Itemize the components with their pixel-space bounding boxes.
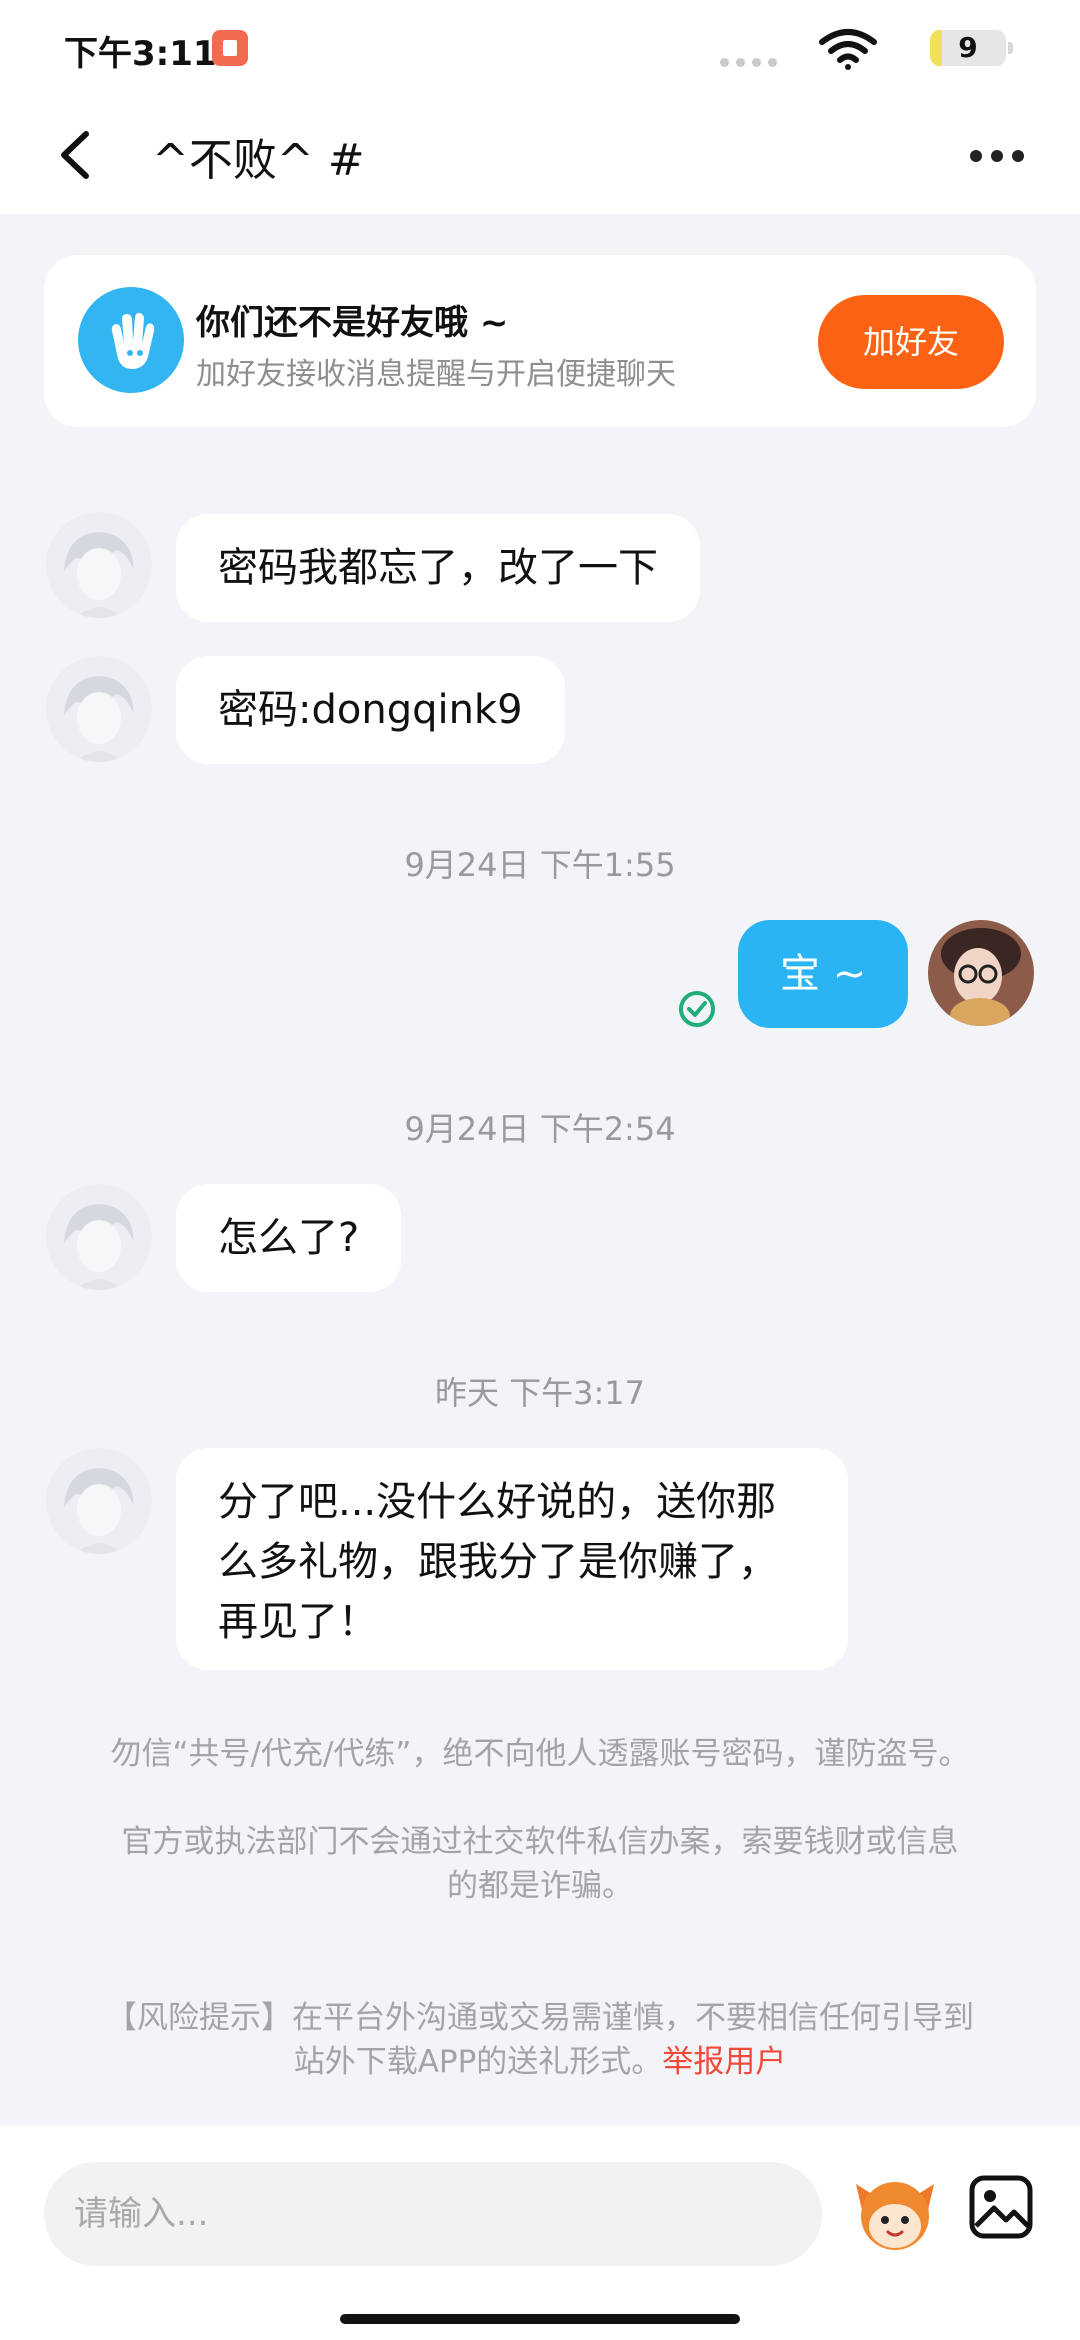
risk-notice-line: 【风险提示】在平台外沟通或交易需谨慎，不要相信任何引导到 <box>106 2000 974 2036</box>
mascot-emoji-icon[interactable] <box>852 2170 938 2256</box>
status-bar: 下午3:11 9 <box>0 0 1080 96</box>
chat-header: ^不败^ # <box>0 96 1080 214</box>
signal-dots-icon <box>720 52 784 71</box>
avatar[interactable] <box>46 1448 152 1554</box>
add-friend-card: 你们还不是好友哦 ~ 加好友接收消息提醒与开启便捷聊天 加好友 <box>44 255 1036 427</box>
message-line: 么多礼物，跟我分了是你赚了， <box>218 1539 778 1585</box>
message-timestamp: 9月24日 下午1:55 <box>404 846 676 884</box>
message-timestamp: 9月24日 下午2:54 <box>404 1110 676 1148</box>
risk-notice-text: 站外下载APP的送礼形式。 <box>293 2044 663 2080</box>
home-indicator[interactable] <box>340 2314 740 2324</box>
card-subtitle: 加好友接收消息提醒与开启便捷聊天 <box>196 357 676 392</box>
fraud-notice-line: 的都是诈骗。 <box>447 1868 633 1904</box>
message-timestamp: 昨天 下午3:17 <box>434 1374 646 1412</box>
avatar[interactable] <box>46 1184 152 1290</box>
fraud-notice: 官方或执法部门不会通过社交软件私信办案，索要钱财或信息 的都是诈骗。 <box>80 1820 1000 1908</box>
card-title: 你们还不是好友哦 ~ <box>196 303 509 343</box>
message-bubble[interactable]: 密码:dongqink9 <box>176 656 565 764</box>
wifi-icon <box>819 29 877 70</box>
battery-tip <box>1008 42 1013 54</box>
image-icon[interactable] <box>968 2174 1034 2240</box>
risk-notice-line: 站外下载APP的送礼形式。举报用户 <box>80 2040 1000 2084</box>
security-notice: 勿信“共号/代充/代练”，绝不向他人透露账号密码，谨防盗号。 <box>110 1736 970 1772</box>
chevron-left-icon[interactable] <box>48 122 108 188</box>
avatar[interactable] <box>46 656 152 762</box>
notification-icon <box>212 30 248 66</box>
message-bubble[interactable]: 怎么了? <box>176 1184 402 1292</box>
sent-check-icon <box>679 991 715 1027</box>
battery-icon: 9 <box>930 30 1006 66</box>
battery-level: 9 <box>958 31 978 64</box>
chat-title[interactable]: ^不败^ # <box>152 124 365 188</box>
my-avatar[interactable] <box>928 920 1034 1026</box>
input-bar <box>0 2126 1080 2340</box>
message-bubble-mine[interactable]: 宝 ~ <box>738 920 909 1028</box>
add-friend-button[interactable]: 加好友 <box>818 295 1004 389</box>
more-dots-icon[interactable] <box>970 136 1040 176</box>
report-user-link[interactable]: 举报用户 <box>662 2044 786 2080</box>
message-input[interactable] <box>44 2162 822 2266</box>
message-bubble[interactable]: 分了吧...没什么好说的，送你那 么多礼物，跟我分了是你赚了， 再见了！ <box>176 1448 848 1670</box>
message-line: 再见了！ <box>218 1599 378 1645</box>
risk-notice: 【风险提示】在平台外沟通或交易需谨慎，不要相信任何引导到 站外下载APP的送礼形… <box>80 1996 1000 2084</box>
fraud-notice-line: 官方或执法部门不会通过社交软件私信办案，索要钱财或信息 <box>121 1824 959 1860</box>
avatar[interactable] <box>46 512 152 618</box>
wave-hand-icon <box>78 287 184 393</box>
status-time: 下午3:11 <box>64 34 217 74</box>
message-line: 分了吧...没什么好说的，送你那 <box>218 1479 777 1525</box>
message-bubble[interactable]: 密码我都忘了，改了一下 <box>176 514 700 622</box>
